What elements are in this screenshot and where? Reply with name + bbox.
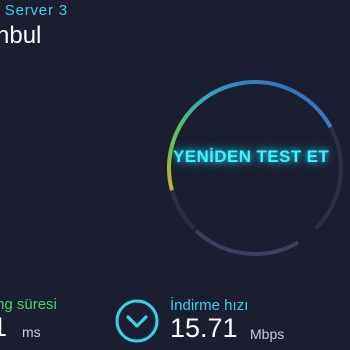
retest-button-label[interactable]: YENİDEN TEST ET: [173, 144, 333, 169]
ping-value: 1: [0, 312, 7, 343]
speedtest-screen: r Server 3 nbul YENİDEN TEST ET ng süres…: [0, 0, 350, 350]
ping-label: ng süresi: [0, 296, 57, 313]
download-chevron-icon: [115, 299, 159, 343]
server-city: nbul: [0, 22, 42, 49]
download-unit: Mbps: [250, 326, 285, 342]
ping-unit: ms: [22, 324, 41, 340]
download-label: İndirme hızı: [170, 297, 249, 314]
server-name[interactable]: r Server 3: [0, 2, 68, 19]
download-value: 15.71: [170, 313, 238, 343]
